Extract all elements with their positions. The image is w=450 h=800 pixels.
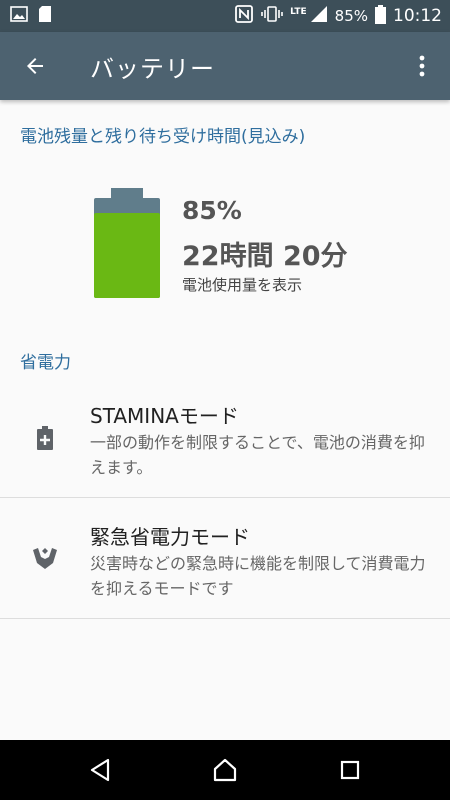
app-bar: バッテリー [0, 32, 450, 100]
battery-summary[interactable]: 85% 22時間 20分 電池使用量を表示 [94, 188, 414, 300]
sd-card-icon [38, 5, 52, 27]
emergency-mode-description: 災害時などの緊急時に機能を制限して消費電力を抑えるモードです [90, 554, 426, 598]
lte-label: LTE [290, 7, 307, 17]
nfc-icon [234, 4, 254, 28]
stamina-mode-title: STAMINAモード [90, 404, 239, 428]
signal-icon [310, 5, 328, 27]
battery-plus-icon [32, 425, 58, 451]
battery-icon [375, 4, 386, 28]
navigation-bar [0, 740, 450, 800]
battery-level-icon [94, 188, 160, 298]
recents-icon [340, 760, 360, 780]
battery-percent-text: 85% [334, 7, 368, 25]
image-icon [10, 6, 28, 26]
nav-home-button[interactable] [195, 740, 255, 800]
emergency-mode-item[interactable]: 緊急省電力モード 災害時などの緊急時に機能を制限して消費電力を抑えるモードです [0, 499, 450, 619]
back-triangle-icon [90, 758, 110, 782]
back-arrow-icon [27, 58, 43, 74]
stamina-mode-item[interactable]: STAMINAモード 一部の動作を制限することで、電池の消費を抑えます。 [0, 378, 450, 498]
status-bar: LTE 85% 10:12 [0, 0, 450, 32]
nav-back-button[interactable] [70, 740, 130, 800]
emergency-hands-icon [32, 546, 58, 572]
battery-usage-link[interactable]: 電池使用量を表示 [182, 274, 302, 295]
emergency-mode-title: 緊急省電力モード [90, 525, 250, 549]
battery-percent: 85% [182, 196, 242, 225]
battery-section-header: 電池残量と残り待ち受け時間(見込み) [20, 127, 306, 147]
stamina-mode-description: 一部の動作を制限することで、電池の消費を抑えます。 [90, 433, 425, 477]
more-options-button[interactable] [394, 32, 450, 100]
back-button[interactable] [0, 32, 70, 100]
remaining-time: 22時間 20分 [182, 241, 348, 272]
nav-recents-button[interactable] [320, 740, 380, 800]
page-title: バッテリー [90, 54, 215, 83]
more-vert-icon [419, 55, 425, 77]
power-saving-header: 省電力 [20, 353, 71, 373]
clock: 10:12 [393, 6, 442, 26]
vibrate-icon [261, 5, 283, 27]
home-icon [213, 758, 237, 782]
